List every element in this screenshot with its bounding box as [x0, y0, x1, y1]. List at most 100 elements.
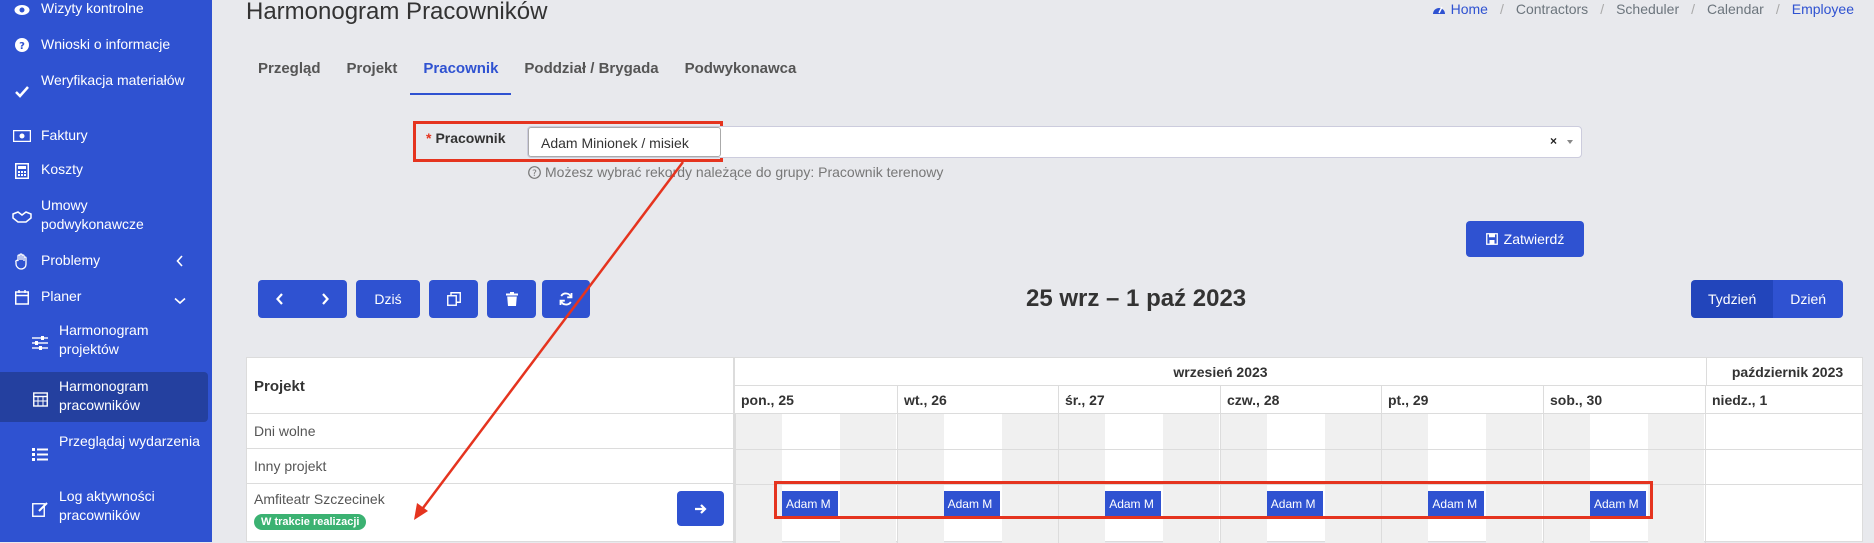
breadcrumb-employee[interactable]: Employee — [1792, 1, 1854, 17]
tab-pracownik[interactable]: Pracownik — [410, 52, 512, 95]
time-slot-shade — [735, 414, 782, 543]
resource-row: Dni wolne — [247, 414, 735, 449]
chevron-left-icon — [276, 293, 284, 305]
tab-podwykonawca[interactable]: Podwykonawca — [672, 52, 810, 95]
view-week-button[interactable]: Tydzień — [1691, 280, 1774, 318]
trash-icon — [505, 292, 518, 306]
svg-text:?: ? — [532, 169, 537, 179]
breadcrumb-separator: / — [1691, 1, 1696, 17]
day-column-divider — [896, 414, 898, 543]
day-label: czw., 28 — [1220, 386, 1382, 414]
clear-icon[interactable]: × — [1550, 134, 1557, 148]
resource-name: Amfiteatr Szczecinek — [254, 491, 385, 507]
tab-projekt[interactable]: Projekt — [334, 52, 411, 95]
day-label: śr., 27 — [1058, 386, 1220, 414]
submit-button[interactable]: Zatwierdź — [1466, 221, 1584, 257]
copy-icon — [446, 292, 461, 306]
handshake-icon — [12, 207, 32, 227]
breadcrumb-home[interactable]: Home — [1432, 1, 1488, 17]
save-icon — [1485, 233, 1498, 245]
calendar-grid-icon — [30, 389, 50, 409]
question-circle-icon: ? — [12, 35, 32, 55]
chevron-right-icon — [321, 293, 329, 305]
pracownik-select[interactable]: Adam Minionek / misiek × — [527, 126, 1582, 158]
time-slot-shade — [1648, 414, 1704, 543]
month-header-row: wrzesień 2023 październik 2023 — [735, 358, 1863, 386]
breadcrumb: Home / Contractors / Scheduler / Calenda… — [1432, 1, 1854, 17]
day-label: pon., 25 — [741, 392, 794, 408]
resource-name: Dni wolne — [254, 423, 316, 439]
sidebar-item-label: Problemy — [41, 252, 101, 268]
view-day-button[interactable]: Dzień — [1773, 280, 1844, 318]
breadcrumb-separator: / — [1499, 1, 1504, 17]
day-label: pt., 29 — [1381, 386, 1543, 414]
time-slot-shade — [1381, 414, 1429, 543]
pracownik-label: * Pracownik — [426, 130, 506, 146]
time-slot-shade — [1058, 414, 1106, 543]
calculator-icon — [12, 161, 32, 181]
delete-button[interactable] — [487, 280, 536, 318]
sidebar-item-label: Log aktywności pracowników — [59, 488, 155, 523]
time-slot-shade — [1543, 414, 1590, 543]
day-label: sob., 30 — [1543, 386, 1705, 414]
sidebar-item-label: Wnioski o informacje — [41, 36, 171, 52]
resource-header: Projekt — [247, 358, 735, 414]
day-column-divider — [1058, 414, 1060, 543]
today-button[interactable]: Dziś — [356, 280, 420, 318]
breadcrumb-separator: / — [1600, 1, 1605, 17]
page-title: Harmonogram Pracowników — [246, 0, 548, 25]
row-divider — [735, 449, 1863, 450]
selected-value: Adam Minionek / misiek — [528, 127, 721, 157]
sidebar-item-label: Przeglądaj wydarzenia — [59, 433, 200, 449]
copy-button[interactable] — [429, 280, 478, 318]
sidebar: Wizyty kontrolne ? Wnioski o informacje … — [0, 0, 212, 542]
tab-poddzial-brygada[interactable]: Poddział / Brygada — [511, 52, 671, 95]
required-mark: * — [426, 130, 432, 146]
money-bill-icon — [12, 126, 32, 146]
breadcrumb-scheduler[interactable]: Scheduler — [1616, 1, 1679, 17]
sidebar-item-label: Harmonogram pracowników — [59, 378, 149, 413]
chevron-down-icon — [174, 291, 186, 307]
status-badge: W trakcie realizacji — [254, 514, 367, 530]
arrow-right-icon — [695, 503, 707, 514]
caret-down-icon[interactable] — [1567, 140, 1573, 144]
resource-row: Inny projekt — [247, 449, 735, 484]
day-column-divider — [1381, 414, 1383, 543]
time-slot-shade — [1486, 414, 1543, 543]
dashboard-icon — [1432, 6, 1445, 14]
month-label: wrzesień 2023 — [1173, 364, 1268, 380]
refresh-button[interactable] — [542, 280, 590, 318]
breadcrumb-calendar[interactable]: Calendar — [1707, 1, 1764, 17]
question-circle-icon: ? — [528, 165, 541, 179]
svg-text:?: ? — [19, 41, 25, 52]
prev-button[interactable] — [275, 292, 285, 306]
time-slot-shade — [1324, 414, 1381, 543]
sidebar-item-label: Wizyty kontrolne — [41, 0, 144, 16]
refresh-icon — [559, 292, 573, 306]
time-slot-shade — [1219, 414, 1267, 543]
breadcrumb-separator: / — [1775, 1, 1780, 17]
time-slot-shade — [840, 414, 896, 543]
time-slot-shade — [1001, 414, 1058, 543]
field-hint: ? Możesz wybrać rekordy należące do grup… — [528, 164, 943, 180]
edit-icon — [30, 499, 50, 519]
tab-przeglad[interactable]: Przegląd — [245, 52, 334, 95]
day-label: wt., 26 — [897, 386, 1059, 414]
list-icon — [30, 444, 50, 464]
sliders-icon — [30, 333, 50, 353]
day-header-row: pon., 25 wt., 26 śr., 27 czw., 28 pt., 2… — [735, 386, 1863, 414]
breadcrumb-contractors[interactable]: Contractors — [1516, 1, 1588, 17]
sidebar-item-label: Faktury — [41, 127, 88, 143]
date-range-title: 25 wrz – 1 paź 2023 — [1026, 285, 1247, 312]
hand-icon — [12, 251, 32, 271]
next-button[interactable] — [320, 292, 330, 306]
go-to-project-button[interactable] — [677, 491, 724, 526]
calendar-icon — [12, 287, 32, 307]
check-icon — [12, 82, 32, 102]
sidebar-item-label: Weryfikacja materiałów — [41, 72, 185, 88]
day-label: niedz., 1 — [1705, 386, 1867, 414]
sidebar-item-label: Planer — [41, 288, 82, 304]
nav-button-group — [258, 280, 347, 318]
sidebar-item-label: Harmonogram projektów — [59, 322, 149, 357]
resource-name: Inny projekt — [254, 458, 327, 474]
